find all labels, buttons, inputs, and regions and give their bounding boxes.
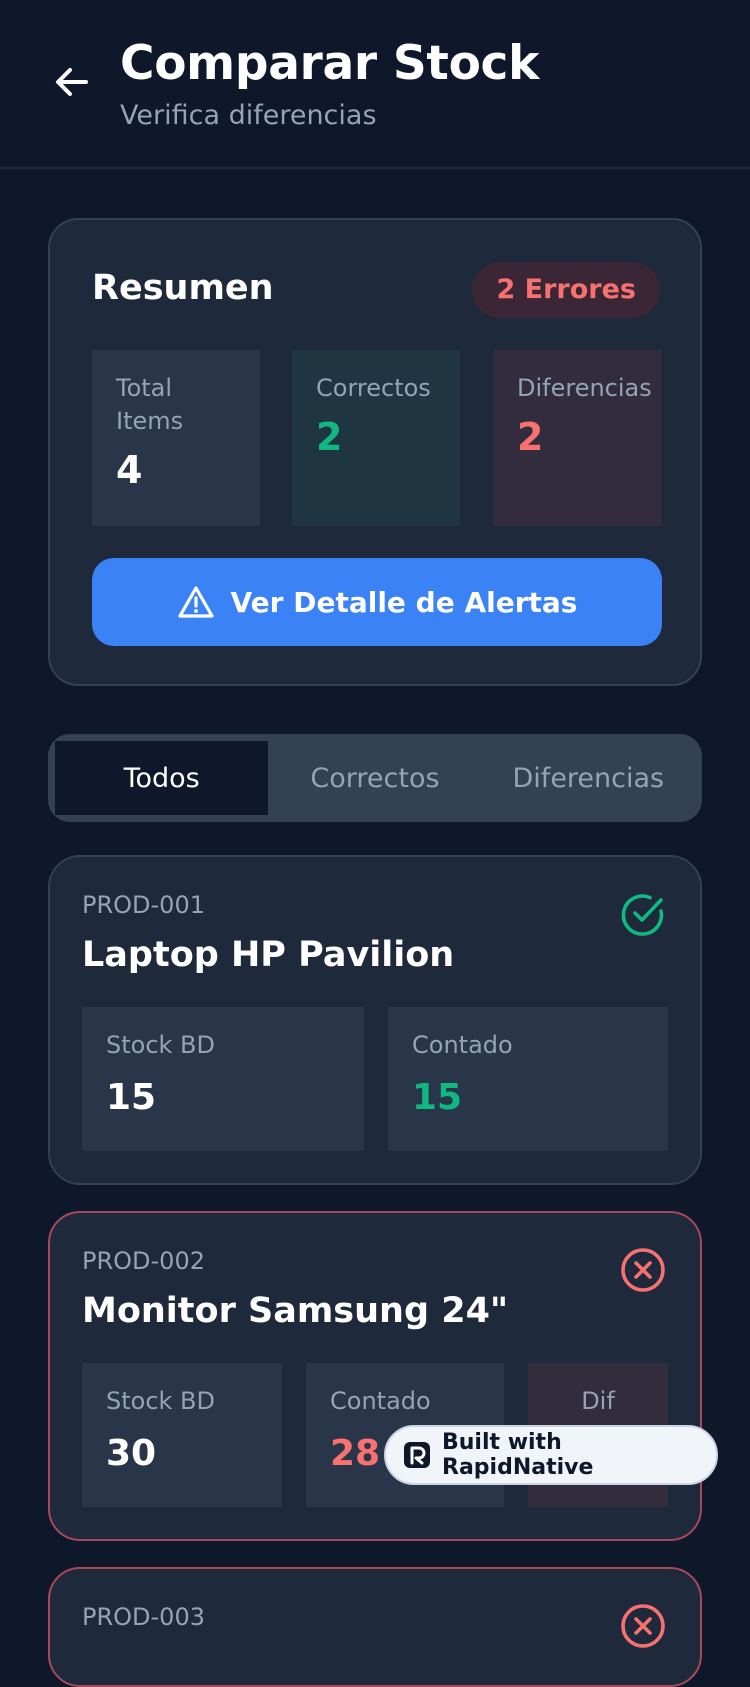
app-header: Comparar Stock Verifica diferencias [0, 0, 750, 169]
product-code: PROD-003 [82, 1603, 205, 1631]
stock-db-value: 15 [106, 1077, 157, 1118]
view-alerts-button[interactable]: Ver Detalle de Alertas [92, 558, 662, 646]
stock-db-label: Stock BD [106, 1031, 215, 1059]
stat-value: 2 [517, 415, 544, 459]
arrow-left-icon [56, 68, 88, 96]
rapidnative-logo-icon [404, 1442, 430, 1468]
stat-value: 2 [316, 415, 343, 459]
stat-label: Correctos [316, 374, 431, 402]
stock-db-box: Stock BD 30 [82, 1363, 282, 1507]
tab-correctos[interactable]: Correctos [268, 741, 481, 815]
product-code: PROD-001 [82, 891, 205, 919]
stock-db-box: Stock BD 15 [82, 1007, 364, 1151]
product-name: Laptop HP Pavilion [82, 935, 455, 975]
filter-tabs: Todos Correctos Diferencias [48, 734, 702, 822]
stat-differences: Diferencias 2 [493, 350, 661, 526]
counted-box: Contado 15 [388, 1007, 668, 1151]
product-card[interactable]: PROD-002 Monitor Samsung 24" Stock BD 30… [48, 1211, 702, 1541]
stat-correct: Correctos 2 [292, 350, 460, 526]
built-with-label: Built with RapidNative [442, 1430, 594, 1480]
diff-label: Dif [581, 1387, 615, 1415]
product-card[interactable]: PROD-003 [48, 1567, 702, 1687]
product-name: Monitor Samsung 24" [82, 1291, 509, 1331]
tab-todos[interactable]: Todos [55, 741, 269, 815]
stat-value: 4 [116, 448, 143, 492]
summary-card: Resumen 2 Errores Total Items 4 Correcto… [48, 218, 702, 686]
counted-value: 15 [412, 1077, 463, 1118]
built-with-badge[interactable]: Built with RapidNative [384, 1425, 718, 1485]
stat-label: Total Items [116, 374, 184, 435]
warning-triangle-icon [177, 586, 214, 618]
counted-label: Contado [330, 1387, 431, 1415]
back-button[interactable] [52, 62, 92, 102]
counted-label: Contado [412, 1031, 513, 1059]
stock-db-value: 30 [106, 1433, 157, 1474]
view-alerts-label: Ver Detalle de Alertas [230, 585, 578, 619]
x-circle-icon [621, 1248, 665, 1292]
page-title: Comparar Stock [120, 36, 540, 91]
error-count-badge: 2 Errores [472, 262, 660, 318]
check-circle-icon [621, 894, 664, 936]
summary-title: Resumen [92, 268, 274, 308]
x-circle-icon [621, 1604, 665, 1648]
product-card[interactable]: PROD-001 Laptop HP Pavilion Stock BD 15 … [48, 855, 702, 1185]
product-code: PROD-002 [82, 1247, 205, 1275]
page-subtitle: Verifica diferencias [120, 100, 377, 131]
stat-total-items: Total Items 4 [92, 350, 260, 526]
stock-db-label: Stock BD [106, 1387, 215, 1415]
tab-diferencias[interactable]: Diferencias [482, 741, 695, 815]
stat-label: Diferencias [517, 374, 652, 402]
